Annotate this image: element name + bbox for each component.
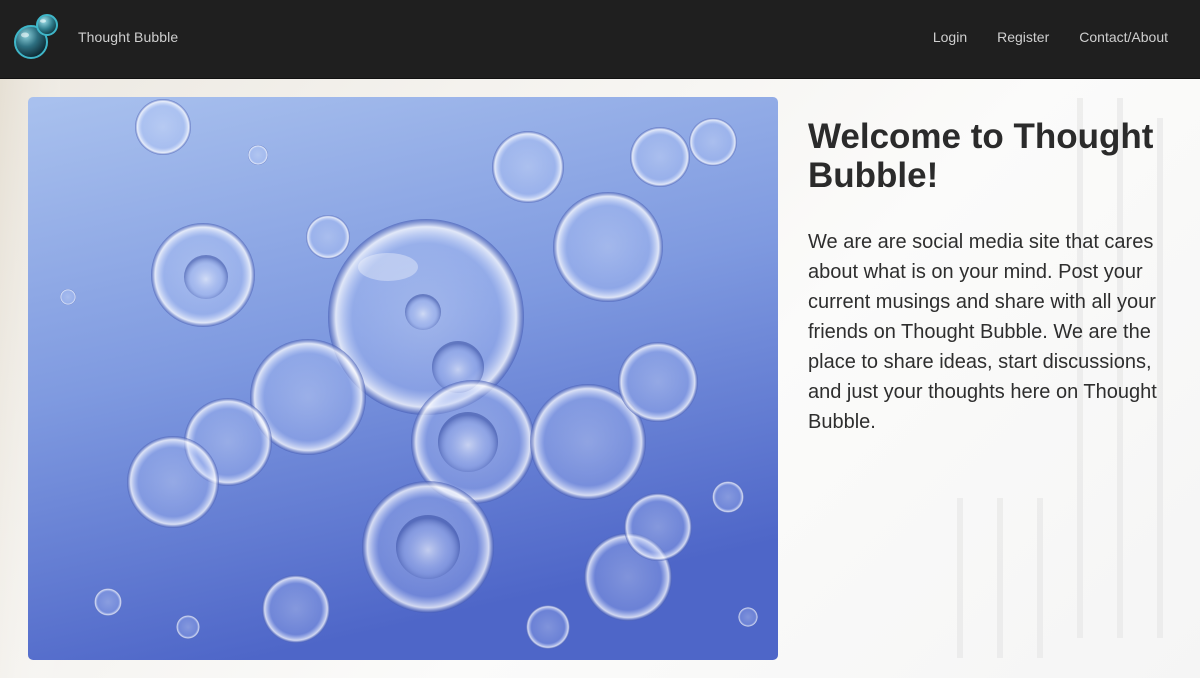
welcome-description: We are are social media site that cares … (808, 231, 1157, 433)
welcome-section: Welcome to Thought Bubble! We are are so… (808, 117, 1183, 437)
register-link[interactable]: Register (997, 29, 1049, 45)
contact-about-link[interactable]: Contact/About (1079, 29, 1168, 45)
welcome-heading: Welcome to Thought Bubble! (808, 117, 1154, 195)
bubble-logo-icon[interactable] (12, 12, 64, 62)
brand-link[interactable]: Thought Bubble (78, 29, 178, 45)
nav-links: Login Register Contact/About (933, 29, 1168, 45)
hero-bubbles-image (28, 97, 778, 660)
top-navbar: Thought Bubble Login Register Contact/Ab… (0, 0, 1200, 79)
bubbles-image (28, 97, 778, 660)
login-link[interactable]: Login (933, 29, 967, 45)
